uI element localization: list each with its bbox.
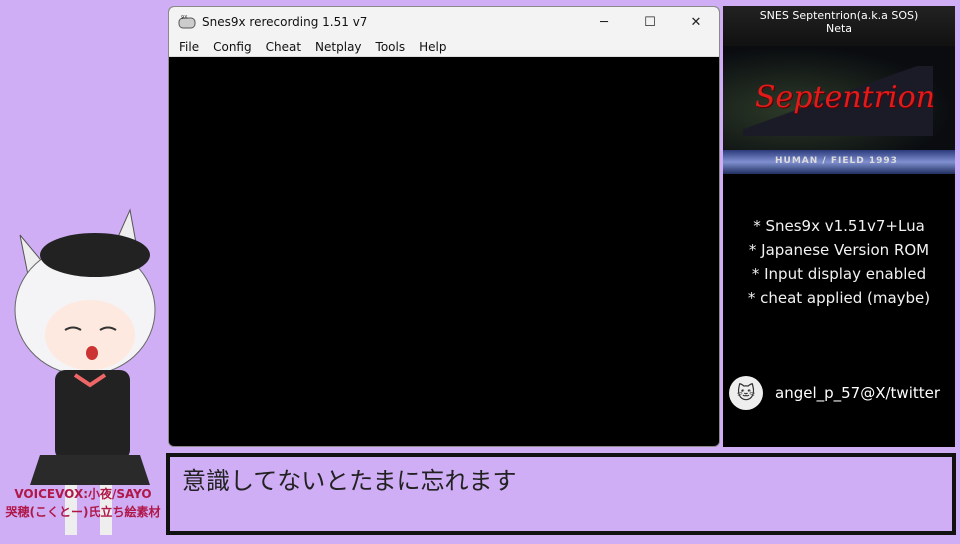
menu-file[interactable]: File [172, 40, 206, 54]
avatar-icon: 🐱 [729, 376, 763, 410]
game-screen[interactable] [169, 57, 719, 446]
snes9x-window: 9X Snes9x rerecording 1.51 v7 ─ ☐ ✕ File… [168, 6, 720, 447]
menu-netplay[interactable]: Netplay [308, 40, 368, 54]
game-title: SNES Septentrion(a.k.a SOS) [759, 9, 919, 22]
publisher-credit: HUMAN / FIELD 1993 [775, 156, 898, 166]
menu-bar: File Config Cheat Netplay Tools Help [169, 37, 719, 57]
window-title: Snes9x rerecording 1.51 v7 [202, 15, 368, 29]
subtitle-text: 意識してないとたまに忘れます [182, 467, 517, 495]
title-screen-image: Septentrion HUMAN / FIELD 1993 [723, 46, 955, 174]
menu-tools[interactable]: Tools [369, 40, 413, 54]
close-button[interactable]: ✕ [673, 7, 719, 37]
credits: VOICEVOX:小夜/SAYO 哭穂(こくとー)氏立ち絵素材 [0, 485, 166, 521]
note-3: * Input display enabled [751, 265, 927, 283]
note-1: * Snes9x v1.51v7+Lua [753, 217, 925, 235]
note-2: * Japanese Version ROM [748, 241, 930, 259]
note-4: * cheat applied (maybe) [747, 289, 931, 307]
maximize-button[interactable]: ☐ [627, 7, 673, 37]
title-bar: 9X Snes9x rerecording 1.51 v7 ─ ☐ ✕ [169, 7, 719, 37]
snes9x-app-icon: 9X [178, 15, 196, 29]
twitter-handle: angel_p_57@X/twitter [775, 384, 941, 402]
game-subtitle: Neta [825, 22, 853, 35]
menu-cheat[interactable]: Cheat [259, 40, 308, 54]
menu-config[interactable]: Config [206, 40, 259, 54]
menu-help[interactable]: Help [412, 40, 453, 54]
svg-text:9X: 9X [181, 15, 188, 21]
voice-credit: VOICEVOX:小夜/SAYO [14, 487, 152, 501]
info-panel: SNES Septentrion(a.k.a SOS) Neta Septent… [723, 6, 955, 447]
subtitle-box: 意識してないとたまに忘れます [166, 453, 956, 535]
art-credit: 哭穂(こくとー)氏立ち絵素材 [5, 505, 161, 519]
minimize-button[interactable]: ─ [581, 7, 627, 37]
game-logo: Septentrion [755, 80, 936, 115]
